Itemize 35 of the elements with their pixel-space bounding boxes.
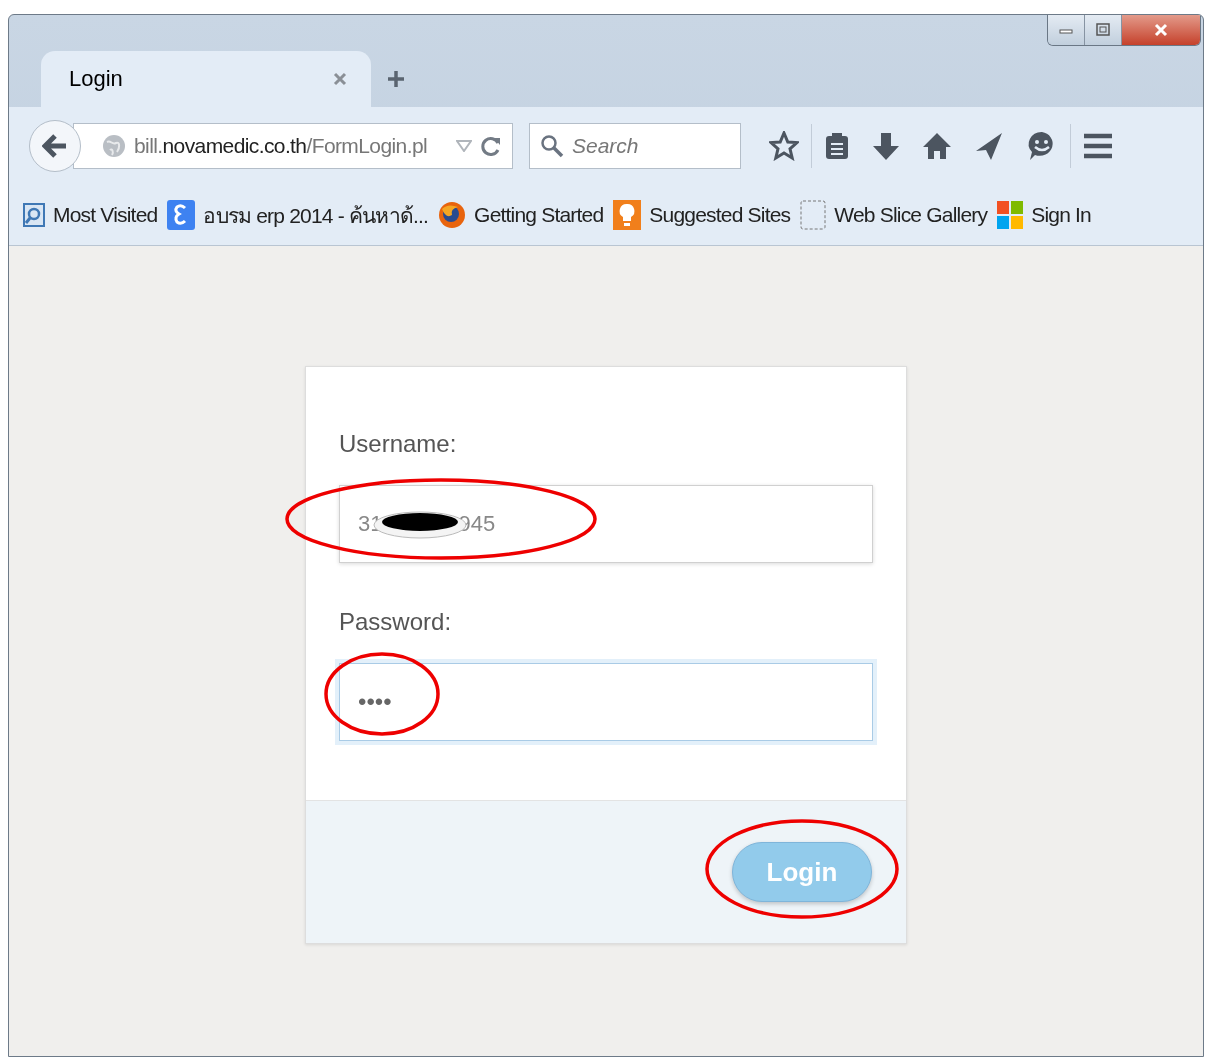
browser-tab[interactable]: Login [41,51,371,107]
bookmark-item[interactable]: Suggested Sites [613,200,791,230]
star-icon[interactable] [769,131,799,161]
close-icon [1152,23,1170,37]
lightbulb-icon [613,200,642,230]
close-icon[interactable] [333,72,347,86]
download-icon[interactable] [872,131,900,161]
windows-logo-icon [997,201,1024,229]
bookmark-item[interactable]: Getting Started [438,201,604,229]
maximize-icon [1095,23,1111,37]
firefox-icon [438,201,467,229]
home-icon[interactable] [922,131,952,161]
bookmark-item[interactable]: Web Slice Gallery [800,200,988,230]
username-label: Username: [339,429,458,459]
maximize-button[interactable] [1085,15,1122,45]
address-text: bill.novamedic.co.th/FormLogin.pl [134,134,429,158]
bookmark-item[interactable]: อบรม erp 2014 - ค้นหาด้... [167,198,429,232]
globe-icon [102,134,126,158]
clipboard-list-icon[interactable] [824,131,850,161]
search-field[interactable]: Search [529,123,741,169]
address-bar[interactable]: bill.novamedic.co.th/FormLogin.pl [73,123,513,169]
password-label: Password: [339,607,453,637]
minimize-button[interactable] [1048,15,1085,45]
bookmark-page-icon [23,203,45,227]
close-button[interactable] [1122,15,1200,45]
search-icon [540,134,564,158]
back-arrow-icon [42,134,68,158]
back-button[interactable] [29,120,81,172]
menu-icon[interactable] [1083,133,1113,159]
bookmark-item[interactable]: Most Visited [23,203,158,227]
bookmark-item[interactable]: Sign In [997,201,1091,229]
plus-icon[interactable] [387,70,405,88]
dashed-square-icon [800,200,827,230]
reload-icon[interactable] [480,135,502,157]
paper-plane-icon[interactable] [974,131,1004,161]
